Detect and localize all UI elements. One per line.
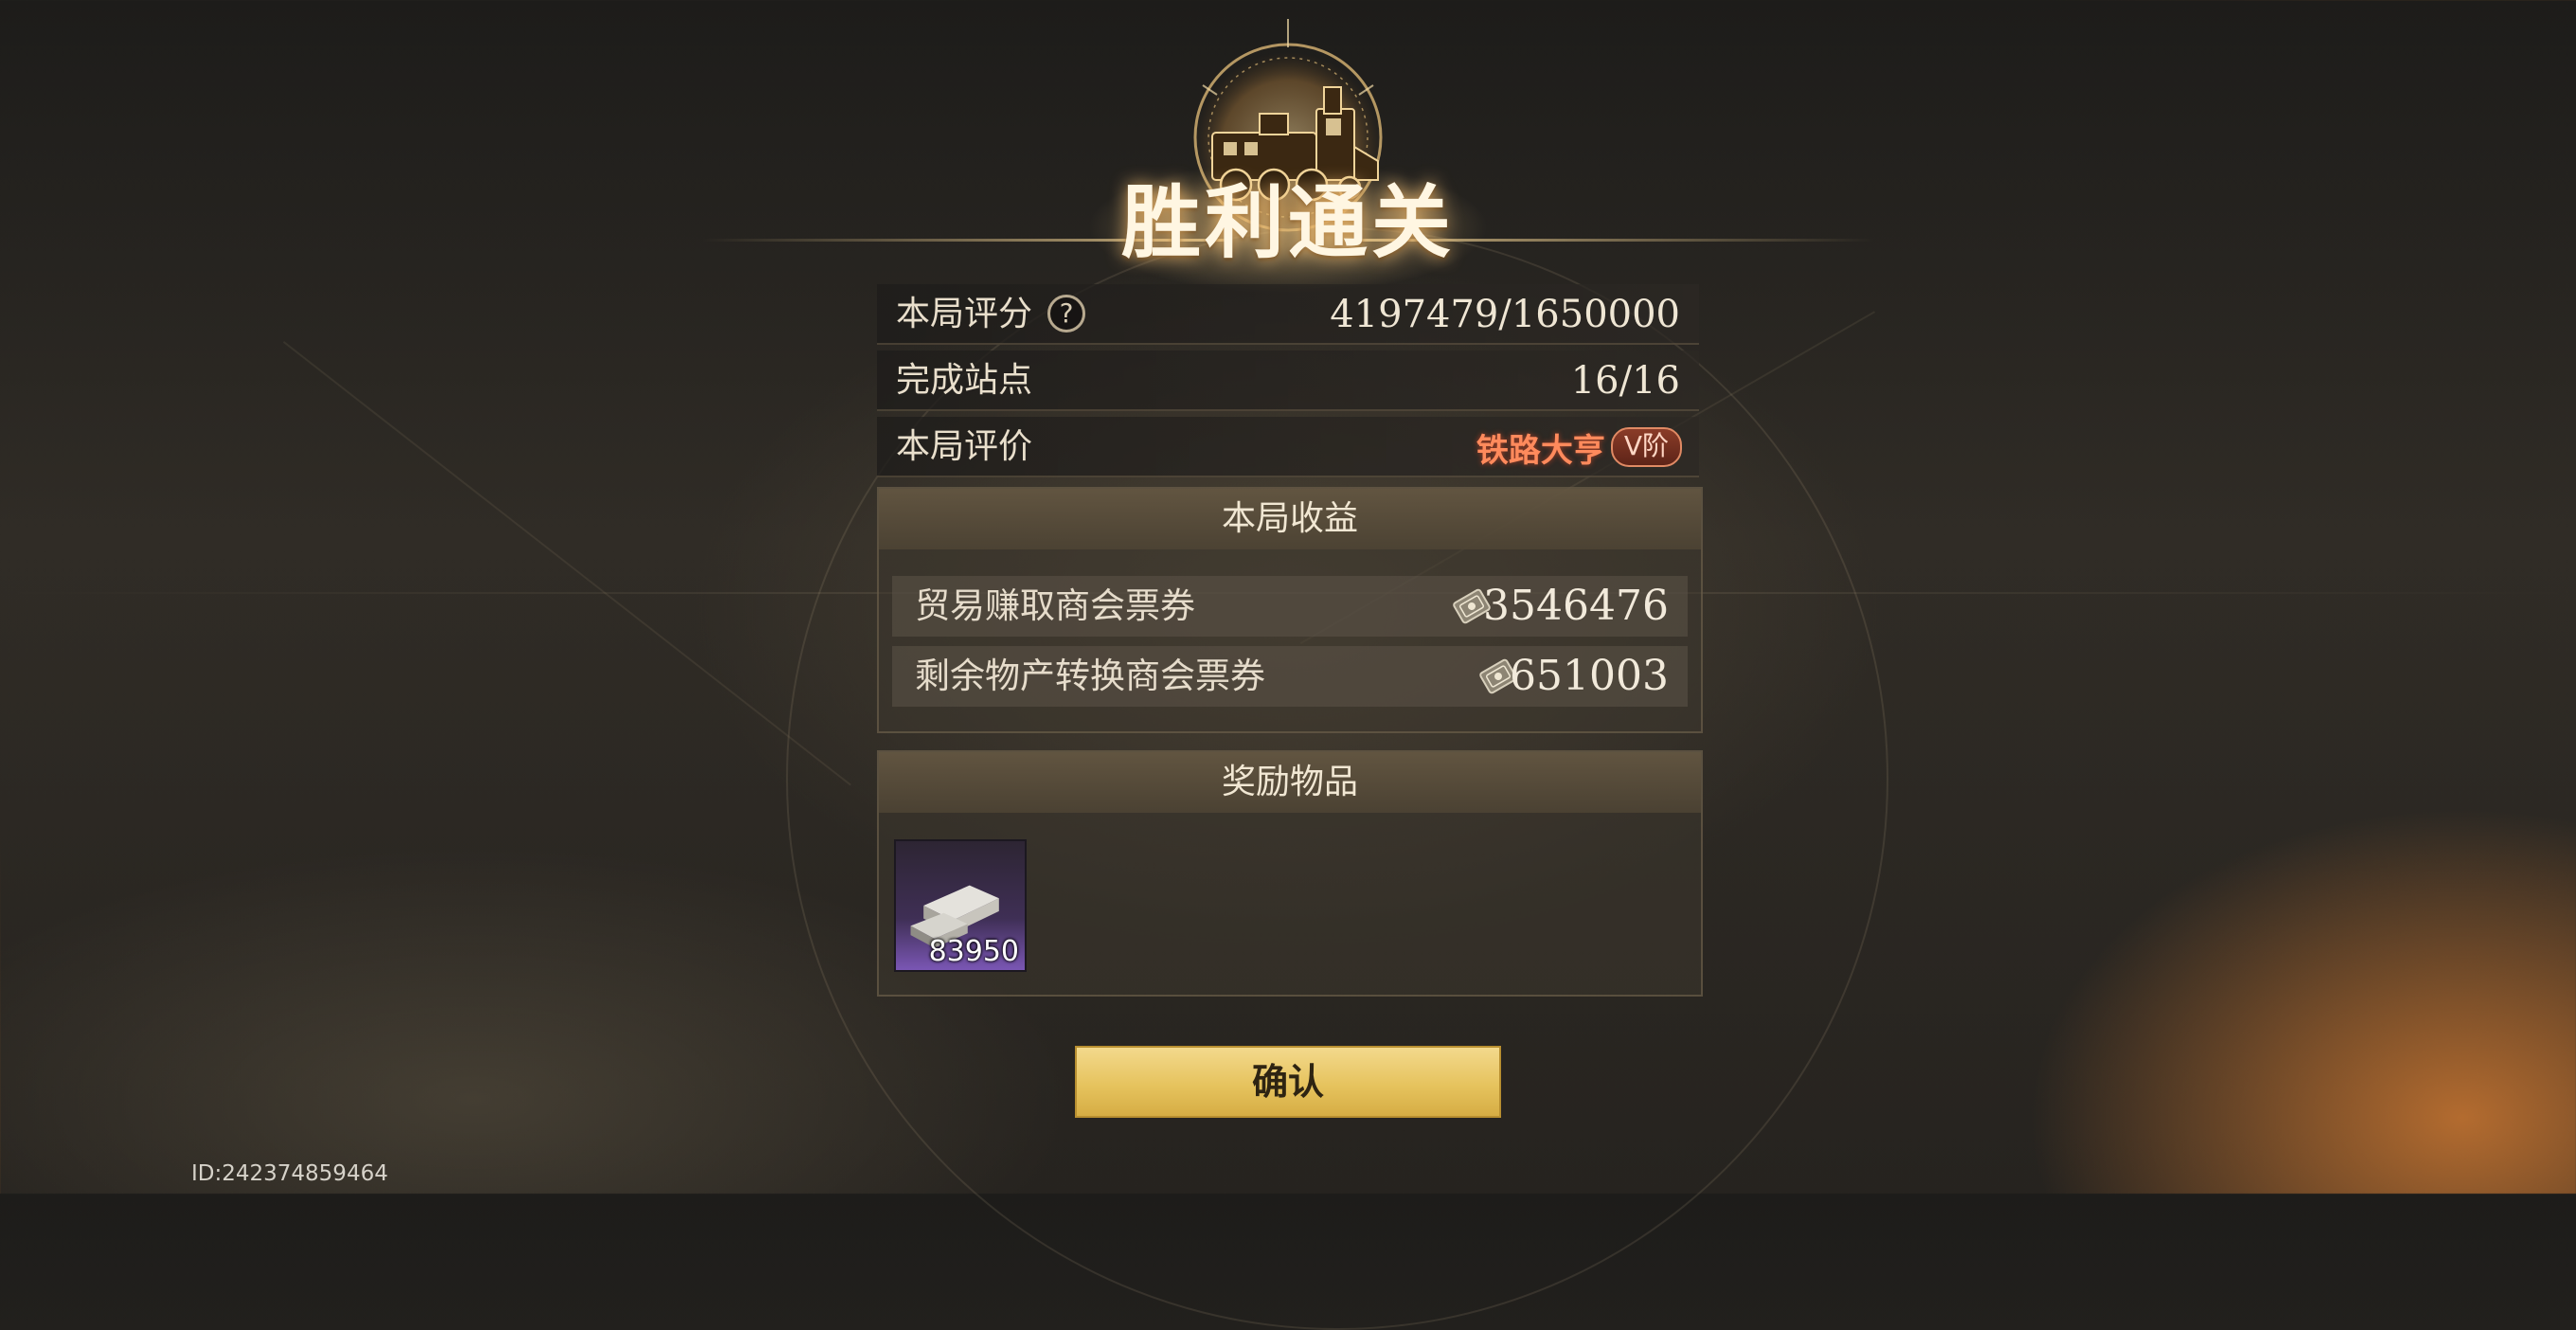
earnings-row: 剩余物产转换商会票券 651003 [892, 646, 1688, 707]
rating-tier-badge: V阶 [1610, 427, 1682, 467]
rating-row: 本局评价 铁路大亨 V阶 [877, 417, 1699, 477]
earnings-header: 本局收益 [879, 489, 1701, 549]
rating-value: 铁路大亨 V阶 [1476, 424, 1682, 470]
help-icon[interactable]: ? [1047, 295, 1085, 332]
earnings-panel: 本局收益 贸易赚取商会票券 3546476 剩余物产转换商会票券 651003 [877, 487, 1703, 733]
score-value: 4197479/1650000 [1330, 293, 1680, 336]
rewards-panel: 奖励物品 83950 [877, 750, 1703, 997]
earnings-row: 贸易赚取商会票券 3546476 [892, 576, 1688, 637]
background-diagonal-line [282, 341, 851, 786]
rating-name: 铁路大亨 [1476, 431, 1605, 470]
confirm-button[interactable]: 确认 [1075, 1046, 1501, 1118]
stations-row: 完成站点 16/16 [877, 350, 1699, 411]
earnings-row-value: 651003 [1510, 652, 1669, 700]
result-title: 胜利通关 [1120, 175, 1455, 269]
reward-item[interactable]: 83950 [894, 839, 1027, 972]
score-label: 本局评分 [896, 295, 1033, 333]
score-row: 本局评分 ? 4197479/1650000 [877, 284, 1699, 345]
reward-count: 83950 [928, 935, 1019, 968]
earnings-row-label: 剩余物产转换商会票券 [915, 656, 1265, 696]
stations-value: 16/16 [1570, 359, 1680, 403]
player-id: ID:242374859464 [191, 1161, 388, 1186]
earnings-row-label: 贸易赚取商会票券 [915, 585, 1195, 626]
rating-label: 本局评价 [896, 427, 1033, 466]
stations-label: 完成站点 [896, 361, 1033, 400]
rewards-header: 奖励物品 [879, 752, 1701, 813]
earnings-row-value: 3546476 [1483, 582, 1669, 630]
